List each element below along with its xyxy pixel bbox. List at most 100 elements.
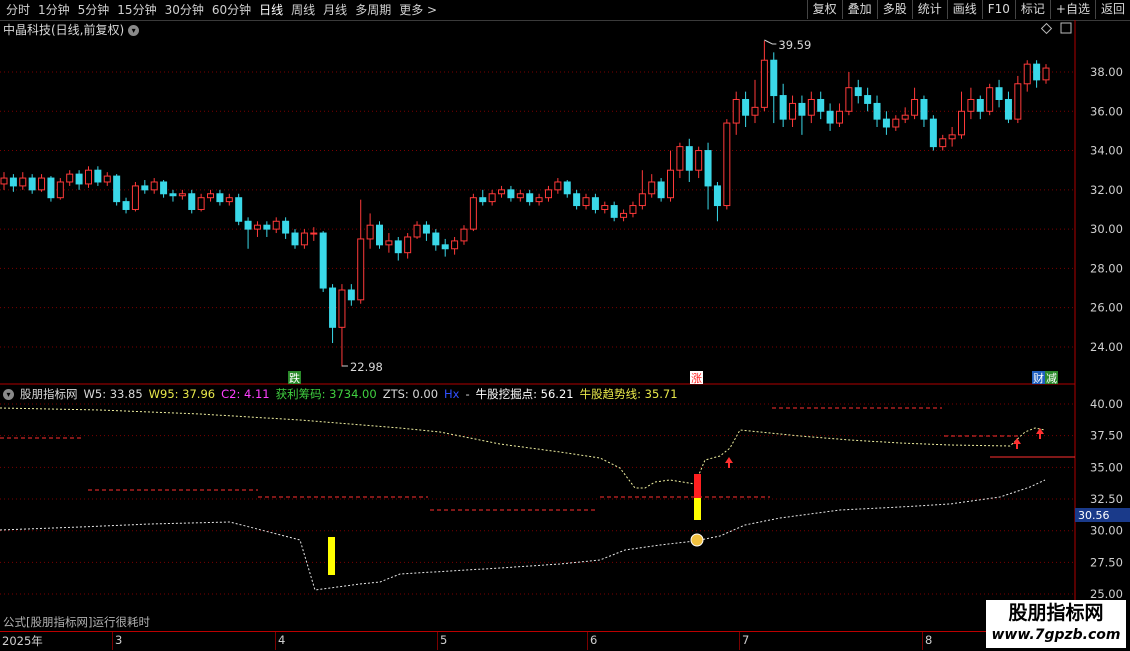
candle-body — [169, 193, 177, 197]
candle-body — [1014, 83, 1022, 120]
date-tick — [739, 632, 740, 650]
candle-body — [188, 193, 196, 210]
candle-body — [516, 193, 524, 199]
indicator-axis-label: 30.00 — [1090, 524, 1123, 538]
candle-body — [638, 193, 646, 207]
indicator-value: ZTS: 0.00 — [382, 387, 439, 401]
candle-body — [103, 175, 111, 183]
candle-body — [56, 181, 64, 199]
candle-body — [178, 193, 186, 197]
candle-body — [160, 181, 168, 195]
indicator-header: ▾ 股朋指标网 W5: 33.85 W95: 37.96 C2: 4.11 获利筹码:… — [3, 387, 678, 401]
candle-body — [357, 238, 365, 301]
candle-body — [591, 197, 599, 210]
candle-body — [0, 177, 8, 185]
price-label: 28.00 — [1090, 261, 1123, 275]
date-tick — [275, 632, 276, 650]
candle-body — [498, 189, 506, 195]
candle-body — [375, 224, 383, 246]
indicator-axis-label: 35.00 — [1090, 460, 1123, 474]
date-label: 2025年 — [2, 634, 43, 648]
candle-body — [28, 177, 36, 191]
candle-body — [1033, 63, 1041, 81]
candle-body — [732, 98, 740, 124]
indicator-axis-label: 32.50 — [1090, 492, 1123, 506]
chevron-down-icon[interactable]: ▾ — [3, 388, 14, 400]
candle-body — [779, 95, 787, 120]
indicator-axis-label: 37.50 — [1090, 429, 1123, 443]
watermark-logo: 股朋指标网 www.7gpzb.com — [986, 600, 1126, 648]
diamond-icon — [1040, 22, 1053, 35]
candle-body — [113, 175, 121, 203]
indicator-value: C2: 4.11 — [221, 387, 270, 401]
indicator-value: - — [465, 387, 470, 401]
candle-body — [798, 102, 806, 116]
event-tag: 减 — [1046, 372, 1057, 385]
candle-body — [122, 201, 130, 210]
candle-body — [948, 134, 956, 140]
indicator-value: 获利筹码: 3734.00 — [275, 387, 377, 401]
candle-body — [282, 220, 290, 234]
date-label: 8 — [925, 633, 933, 647]
event-tag: 跌 — [289, 371, 300, 385]
candle-body — [854, 87, 862, 97]
indicator-axis-label: 40.00 — [1090, 397, 1123, 411]
candle-body — [920, 98, 928, 120]
candle-body — [441, 244, 449, 250]
high-annotation: 39.59 — [778, 38, 811, 52]
candle-body — [563, 181, 571, 195]
candle-body — [488, 193, 496, 203]
indicator-name[interactable]: 股朋指标网 — [20, 387, 78, 401]
candle-body — [75, 173, 83, 185]
price-label: 30.00 — [1090, 222, 1123, 236]
candle-body — [770, 59, 778, 97]
candle-body — [94, 169, 102, 183]
candle-body — [310, 232, 318, 235]
candle-body — [817, 98, 825, 112]
candle-body — [197, 197, 205, 210]
date-axis: 2025年 3 4 5 6 7 8 — [0, 631, 1075, 651]
candle-body — [263, 224, 271, 230]
candle-body — [47, 177, 55, 199]
high-annotation-line — [764, 39, 777, 45]
date-label: 5 — [440, 633, 448, 647]
candle-body — [38, 177, 46, 191]
candle-body — [751, 106, 759, 116]
trend-line-upper — [0, 407, 1046, 489]
candle-body — [235, 197, 243, 222]
candle-body — [1023, 63, 1031, 85]
candle-body — [84, 169, 92, 185]
candle-body — [667, 169, 675, 199]
formula-note: 公式[股朋指标网]运行很耗时 — [3, 615, 150, 629]
candle-body — [207, 193, 215, 199]
candle-body — [873, 102, 881, 120]
candle-body — [366, 224, 374, 240]
indicator-value: 牛股趋势线: 35.71 — [579, 387, 678, 401]
date-tick — [922, 632, 923, 650]
candle-body — [329, 287, 337, 328]
candle-body — [723, 122, 731, 207]
indicator-axis-label: 27.50 — [1090, 555, 1123, 569]
window-icon — [1060, 22, 1072, 34]
candle-body — [657, 181, 665, 199]
event-tag: 财 — [1033, 371, 1044, 385]
candle-body — [253, 224, 261, 230]
candle-body — [958, 110, 966, 136]
candle-body — [19, 177, 27, 187]
candle-body — [610, 205, 618, 218]
indicator-value: 牛股挖掘点: 56.21 — [475, 387, 574, 401]
price-label: 32.00 — [1090, 183, 1123, 197]
candle-body — [319, 232, 327, 289]
date-tick — [112, 632, 113, 650]
candle-body — [141, 185, 149, 191]
candle-body — [601, 205, 609, 210]
candle-body — [976, 98, 984, 112]
current-value: 30.56 — [1078, 509, 1110, 522]
date-label: 3 — [115, 633, 123, 647]
candle-body — [404, 236, 412, 254]
candle-body — [385, 240, 393, 246]
low-annotation: 22.98 — [350, 360, 383, 374]
candle-body — [695, 150, 703, 171]
candle-body — [526, 193, 534, 203]
candle-body — [882, 118, 890, 128]
